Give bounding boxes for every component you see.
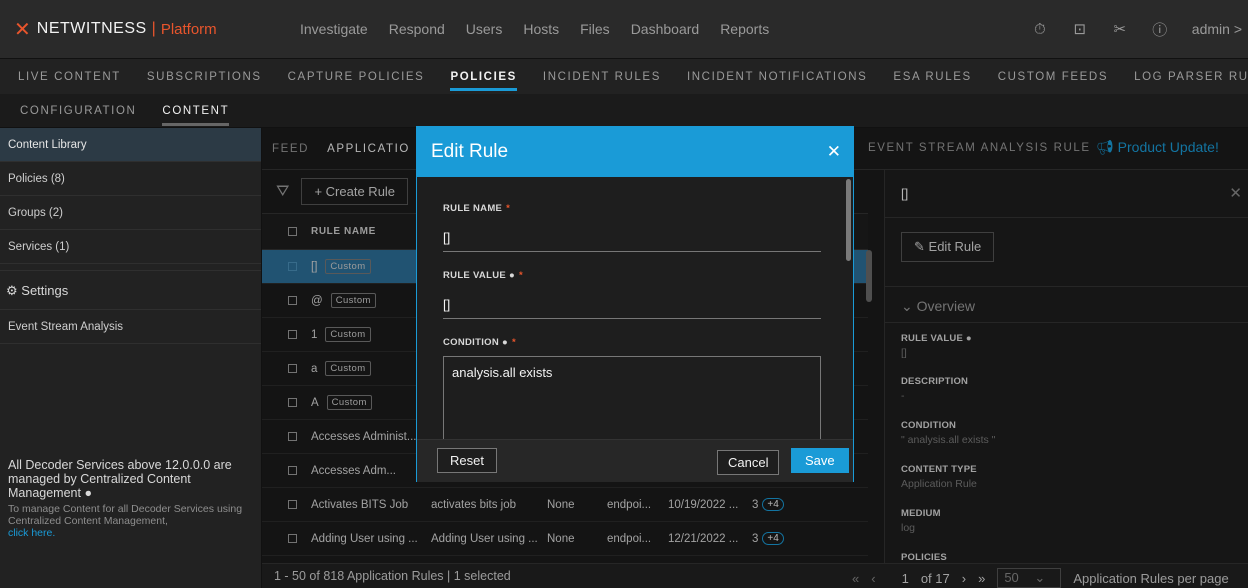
nav-investigate[interactable]: Investigate: [300, 21, 368, 37]
rule-name-input[interactable]: []: [443, 224, 821, 252]
nav-hosts[interactable]: Hosts: [523, 21, 559, 37]
ccm-click-here-link[interactable]: click here.: [8, 527, 256, 539]
sidebar-item-policies[interactable]: Policies (8): [0, 162, 261, 196]
sidebar-item-esa[interactable]: Event Stream Analysis: [0, 310, 261, 344]
close-icon[interactable]: ✕: [827, 142, 841, 162]
ccm-note-title-text: All Decoder Services above 12.0.0.0 are …: [8, 458, 232, 500]
subnav-esa-rules[interactable]: ESA RULES: [893, 59, 971, 94]
tab-configuration[interactable]: CONFIGURATION: [20, 94, 136, 128]
subnav-policies[interactable]: POLICIES: [450, 59, 518, 94]
system-icon[interactable]: ⊡: [1072, 20, 1088, 38]
info-icon: ●: [508, 270, 515, 281]
cancel-button[interactable]: Cancel: [717, 450, 780, 475]
ccm-note-title: All Decoder Services above 12.0.0.0 are …: [8, 458, 256, 500]
settings-label: Settings: [21, 283, 69, 298]
condition-textarea[interactable]: analysis.all exists: [443, 356, 821, 439]
main-nav: Investigate Respond Users Hosts Files Da…: [300, 21, 769, 37]
top-bar: ✕ NETWITNESS | Platform Investigate Resp…: [0, 0, 1248, 58]
rule-name-label: RULE NAME *: [443, 203, 855, 214]
brand-separator: |: [151, 20, 156, 37]
info-icon: ●: [501, 337, 509, 348]
nav-users[interactable]: Users: [466, 21, 503, 37]
rule-value-label: RULE VALUE ● *: [443, 270, 855, 281]
ccm-note: All Decoder Services above 12.0.0.0 are …: [8, 458, 256, 539]
help-icon[interactable]: ⓘ: [1152, 19, 1168, 40]
sidebar-item-services[interactable]: Services (1): [0, 230, 261, 264]
rule-value-input[interactable]: []: [443, 291, 821, 319]
required-marker: *: [506, 203, 511, 214]
sidebar-item-groups[interactable]: Groups (2): [0, 196, 261, 230]
edit-rule-modal: Edit Rule ✕ RULE NAME * [] RULE VALUE ● * …: [416, 126, 854, 482]
info-icon: ●: [84, 486, 93, 500]
nav-respond[interactable]: Respond: [389, 21, 445, 37]
sub-nav: LIVE CONTENT SUBSCRIPTIONS CAPTURE POLIC…: [0, 58, 1248, 94]
nav-reports[interactable]: Reports: [720, 21, 769, 37]
subnav-capture-policies[interactable]: CAPTURE POLICIES: [288, 59, 425, 94]
subnav-log-parser-rules[interactable]: LOG PARSER RULES: [1134, 59, 1248, 94]
modal-title: Edit Rule: [431, 141, 509, 162]
ccm-note-text: To manage Content for all Decoder Servic…: [8, 503, 243, 527]
brand-name: NETWITNESS: [36, 20, 147, 37]
modal-footer: Reset Cancel Save: [417, 439, 853, 482]
sidebar-settings[interactable]: ⚙ Settings: [0, 270, 261, 310]
tab-content[interactable]: CONTENT: [162, 94, 229, 128]
gear-icon: ⚙: [6, 283, 18, 298]
sidebar-item-content-library[interactable]: Content Library: [0, 128, 261, 162]
condition-label-text: CONDITION: [443, 337, 500, 348]
nav-dashboard[interactable]: Dashboard: [631, 21, 700, 37]
top-right-tools: ⏱ ⊡ ✂ ⓘ admin >: [1032, 0, 1242, 58]
config-nav: CONFIGURATION CONTENT: [0, 94, 1248, 128]
netwitness-logo-icon: ✕: [14, 18, 31, 41]
modal-body: RULE NAME * [] RULE VALUE ● * [] CONDITION…: [417, 177, 855, 439]
required-marker: *: [512, 337, 517, 348]
brand-product: Platform: [160, 20, 217, 38]
sidebar: Content Library Policies (8) Groups (2) …: [0, 128, 262, 588]
user-menu[interactable]: admin >: [1192, 21, 1242, 37]
nav-files[interactable]: Files: [580, 21, 610, 37]
timer-icon[interactable]: ⏱: [1032, 21, 1048, 38]
subnav-custom-feeds[interactable]: CUSTOM FEEDS: [998, 59, 1108, 94]
rule-value-label-text: RULE VALUE: [443, 270, 506, 281]
condition-label: CONDITION ● *: [443, 337, 855, 348]
modal-scrollbar[interactable]: [846, 179, 851, 261]
modal-header: Edit Rule ✕: [417, 127, 853, 177]
tools-icon[interactable]: ✂: [1112, 20, 1128, 38]
rule-name-label-text: RULE NAME: [443, 203, 503, 214]
save-button[interactable]: Save: [791, 448, 849, 473]
brand-logo[interactable]: ✕ NETWITNESS | Platform: [0, 17, 290, 42]
subnav-incident-rules[interactable]: INCIDENT RULES: [543, 59, 661, 94]
subnav-incident-notifications[interactable]: INCIDENT NOTIFICATIONS: [687, 59, 867, 94]
required-marker: *: [519, 270, 523, 281]
subnav-subscriptions[interactable]: SUBSCRIPTIONS: [147, 59, 262, 94]
reset-button[interactable]: Reset: [437, 448, 497, 473]
subnav-live-content[interactable]: LIVE CONTENT: [18, 59, 121, 94]
